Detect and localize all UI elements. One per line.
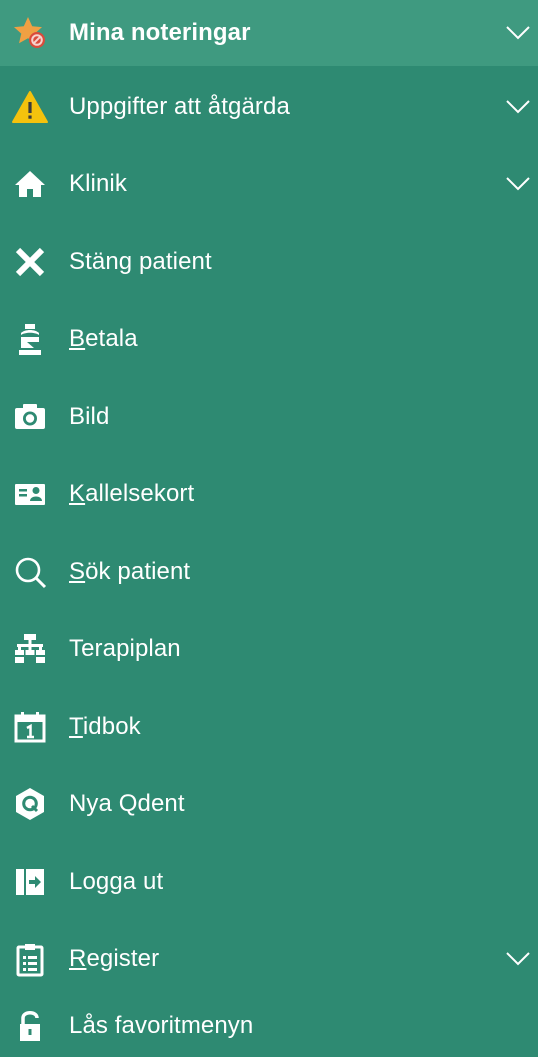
- menu-item-label: Betala: [69, 325, 138, 353]
- menu-item-betala[interactable]: Betala: [0, 301, 538, 379]
- home-icon: [10, 164, 50, 204]
- menu-item-kallelsekort[interactable]: Kallelsekort: [0, 456, 538, 534]
- menu-item-tidbok[interactable]: Tidbok: [0, 688, 538, 766]
- menu-item-label: Sök patient: [69, 557, 191, 585]
- menu-item-label: Register: [69, 945, 160, 973]
- menu-item-label: Mina noteringar: [69, 19, 251, 46]
- menu-item-label: Tidbok: [69, 712, 141, 740]
- hierarchy-icon: [10, 629, 50, 669]
- menu-item-nya-qdent[interactable]: Nya Qdent: [0, 766, 538, 844]
- contact-card-icon: [10, 474, 50, 514]
- lock-icon: [10, 1006, 50, 1046]
- menu-item-register[interactable]: Register: [0, 921, 538, 999]
- menu-item-label: Lås favoritmenyn: [69, 1011, 254, 1039]
- menu-item-mina-noteringar[interactable]: Mina noteringar: [0, 0, 538, 66]
- warning-icon: [10, 87, 50, 127]
- logout-icon: [10, 862, 50, 902]
- menu-item-label: Uppgifter att åtgärda: [69, 92, 290, 120]
- menu-item-label: Nya Qdent: [69, 790, 185, 818]
- chevron-down-icon[interactable]: [506, 177, 530, 191]
- chevron-down-icon[interactable]: [506, 26, 530, 40]
- clipboard-icon: [10, 939, 50, 979]
- menu-item-terapiplan[interactable]: Terapiplan: [0, 611, 538, 689]
- menu-item-label: Logga ut: [69, 867, 164, 895]
- chevron-down-icon[interactable]: [506, 952, 530, 966]
- q-hexagon-icon: [10, 784, 50, 824]
- favorite-menu: Mina noteringar Uppgifter att åtgärda Kl…: [0, 0, 538, 1057]
- menu-item-bild[interactable]: Bild: [0, 378, 538, 456]
- menu-item-label: Bild: [69, 402, 110, 430]
- menu-item-label: Kallelsekort: [69, 480, 195, 508]
- menu-item-stang-patient[interactable]: Stäng patient: [0, 223, 538, 301]
- payment-icon: [10, 319, 50, 359]
- search-icon: [10, 552, 50, 592]
- menu-item-uppgifter[interactable]: Uppgifter att åtgärda: [0, 68, 538, 146]
- star-no-icon: [10, 13, 50, 53]
- chevron-down-icon[interactable]: [506, 100, 530, 114]
- menu-item-logga-ut[interactable]: Logga ut: [0, 843, 538, 921]
- camera-icon: [10, 397, 50, 437]
- menu-item-label: Stäng patient: [69, 247, 212, 275]
- menu-item-klinik[interactable]: Klinik: [0, 146, 538, 224]
- menu-item-las-favoritmenyn[interactable]: Lås favoritmenyn: [0, 998, 538, 1053]
- menu-item-sok-patient[interactable]: Sök patient: [0, 533, 538, 611]
- close-icon: [10, 242, 50, 282]
- menu-item-label: Klinik: [69, 170, 127, 198]
- menu-item-label: Terapiplan: [69, 635, 181, 663]
- calendar-icon: [10, 707, 50, 747]
